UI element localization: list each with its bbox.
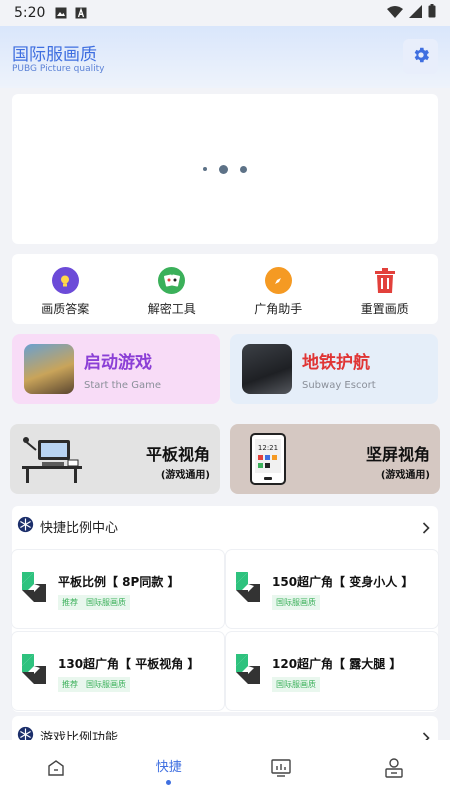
subway-escort-title: 地铁护航 bbox=[302, 352, 370, 373]
nav-quick[interactable]: 快捷 bbox=[113, 740, 226, 800]
quick-ratio-header[interactable]: 快捷比例中心 bbox=[12, 506, 438, 546]
nav-monitor[interactable] bbox=[225, 740, 338, 800]
tool-label: 画质答案 bbox=[41, 302, 90, 316]
portrait-view-subtitle: (游戏通用) bbox=[380, 470, 430, 481]
tools-row: 画质答案 解密工具 广角助手 重置画质 bbox=[12, 254, 438, 324]
tag-intl-quality: 国际服画质 bbox=[82, 677, 130, 692]
nav-profile[interactable] bbox=[338, 740, 450, 800]
ratio-title: 120超广角【 露大腿 】 bbox=[272, 657, 402, 671]
battery-icon bbox=[428, 4, 436, 22]
tool-quality-answer[interactable]: 画质答案 bbox=[12, 254, 119, 324]
ratio-logo-icon bbox=[232, 570, 264, 604]
quick-ratio-title: 快捷比例中心 bbox=[40, 520, 119, 536]
app-subtitle: PUBG Picture quality bbox=[12, 64, 105, 74]
tablet-view-card[interactable]: 平板视角 (游戏通用) bbox=[10, 424, 220, 494]
ratio-card[interactable]: 150超广角【 变身小人 】 国际服画质 bbox=[226, 550, 438, 628]
tool-reset-quality[interactable]: 重置画质 bbox=[332, 254, 439, 324]
start-game-title: 启动游戏 bbox=[84, 352, 152, 373]
desk-computer-icon bbox=[22, 436, 84, 488]
cards-icon bbox=[158, 267, 186, 294]
tool-wide-angle[interactable]: 广角助手 bbox=[225, 254, 332, 324]
loading-dot bbox=[219, 164, 228, 174]
tablet-view-title: 平板视角 bbox=[145, 445, 210, 464]
settings-button[interactable] bbox=[403, 39, 438, 74]
loading-dot bbox=[240, 165, 247, 173]
trash-icon bbox=[371, 267, 398, 294]
app-header: 国际服画质 PUBG Picture quality bbox=[0, 26, 450, 88]
nav-home[interactable] bbox=[0, 740, 113, 800]
active-indicator-dot bbox=[166, 779, 172, 785]
ratio-title: 平板比例【 8P同款 】 bbox=[58, 575, 180, 589]
ratio-card[interactable]: 平板比例【 8P同款 】 推荐 国际服画质 bbox=[12, 550, 224, 628]
wifi-icon bbox=[387, 5, 403, 22]
tag-intl-quality: 国际服画质 bbox=[272, 595, 320, 610]
ratio-card[interactable]: 120超广角【 露大腿 】 国际服画质 bbox=[226, 632, 438, 710]
phone-icon: 12:21 bbox=[250, 433, 286, 489]
compass-icon bbox=[264, 267, 292, 294]
tag-recommend: 推荐 bbox=[58, 595, 82, 610]
start-game-subtitle: Start the Game bbox=[84, 379, 161, 391]
tool-label: 重置画质 bbox=[360, 302, 409, 316]
ratio-title: 150超广角【 变身小人 】 bbox=[272, 575, 414, 589]
chevron-right-icon[interactable] bbox=[422, 519, 430, 538]
tool-label: 广角助手 bbox=[254, 302, 303, 316]
monitor-icon bbox=[271, 759, 291, 781]
tag-recommend: 推荐 bbox=[58, 677, 82, 692]
signal-icon bbox=[409, 4, 422, 22]
subway-escort-subtitle: Subway Escort bbox=[302, 379, 376, 391]
metro-thumbnail bbox=[242, 344, 292, 394]
tablet-view-subtitle: (游戏通用) bbox=[160, 470, 210, 481]
ratio-logo-icon bbox=[232, 652, 264, 686]
status-bar: 5:20 bbox=[0, 0, 450, 26]
subway-escort-card[interactable]: 地铁护航 Subway Escort bbox=[230, 334, 438, 404]
ratio-logo-icon bbox=[18, 652, 50, 686]
start-game-card[interactable]: 启动游戏 Start the Game bbox=[12, 334, 220, 404]
portrait-view-title: 坚屏视角 bbox=[365, 445, 430, 464]
banner-carousel[interactable] bbox=[12, 94, 438, 244]
pubg-thumbnail bbox=[24, 344, 74, 394]
tag-intl-quality: 国际服画质 bbox=[82, 595, 130, 610]
a-icon bbox=[75, 7, 87, 19]
bottom-nav: 快捷 bbox=[0, 740, 450, 800]
tool-decrypt[interactable]: 解密工具 bbox=[119, 254, 226, 324]
image-icon bbox=[55, 7, 67, 19]
profile-icon bbox=[385, 758, 403, 782]
app-title: 国际服画质 bbox=[12, 45, 97, 65]
gear-icon bbox=[411, 45, 431, 69]
loading-dot bbox=[203, 167, 207, 171]
nav-quick-label: 快捷 bbox=[155, 759, 182, 775]
snowflake-icon bbox=[17, 516, 34, 537]
ratio-logo-icon bbox=[18, 570, 50, 604]
status-time: 5:20 bbox=[14, 5, 46, 21]
home-icon bbox=[47, 759, 65, 781]
ratio-card[interactable]: 130超广角【 平板视角 】 推荐 国际服画质 bbox=[12, 632, 224, 710]
portrait-view-card[interactable]: 12:21 坚屏视角 (游戏通用) bbox=[230, 424, 440, 494]
tool-label: 解密工具 bbox=[147, 302, 196, 316]
tag-intl-quality: 国际服画质 bbox=[272, 677, 320, 692]
bulb-icon bbox=[51, 267, 79, 294]
svg-text:12:21: 12:21 bbox=[258, 444, 278, 452]
ratio-title: 130超广角【 平板视角 】 bbox=[58, 657, 200, 671]
